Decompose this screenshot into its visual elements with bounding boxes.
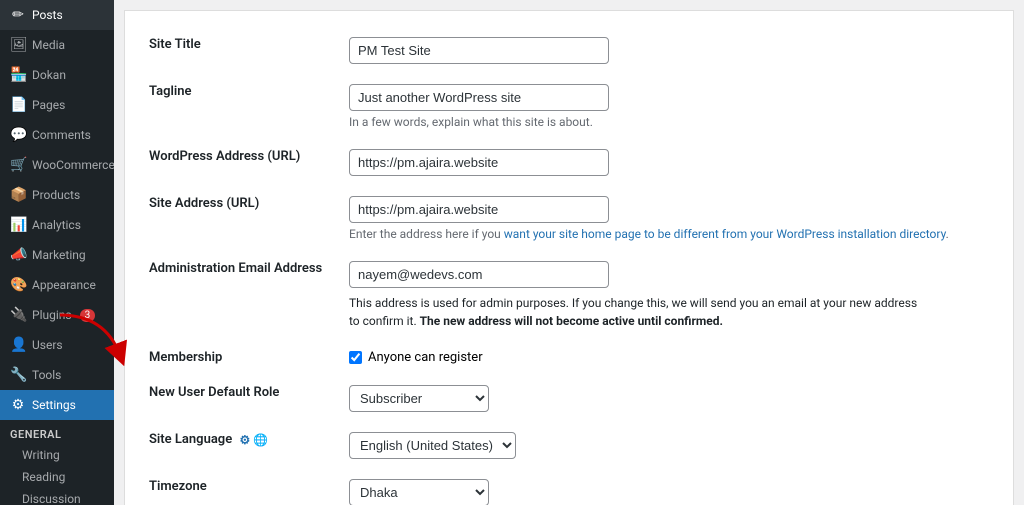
sidebar-sub-discussion[interactable]: Discussion <box>0 488 114 505</box>
globe-icon: 🌐 <box>253 433 268 447</box>
site-address-input[interactable] <box>349 196 609 223</box>
wp-address-label: WordPress Address (URL) <box>145 139 345 186</box>
sidebar-item-dokan[interactable]: 🏪 Dokan <box>0 60 114 90</box>
tagline-label: Tagline <box>145 74 345 139</box>
sidebar-item-analytics[interactable]: 📊 Analytics <box>0 210 114 240</box>
membership-row: Membership Anyone can register <box>145 340 993 375</box>
woocommerce-icon: 🛒 <box>10 157 26 173</box>
admin-email-description: This address is used for admin purposes.… <box>349 294 929 330</box>
sidebar-sub-writing[interactable]: Writing <box>0 444 114 466</box>
sidebar: ✏ Posts 🖼 Media 🏪 Dokan 📄 Pages 💬 Commen… <box>0 0 114 505</box>
site-language-label: Site Language ⚙ 🌐 <box>145 422 345 469</box>
media-icon: 🖼 <box>10 37 26 53</box>
products-icon: 📦 <box>10 187 26 203</box>
sidebar-item-products[interactable]: 📦 Products <box>0 180 114 210</box>
timezone-row: Timezone Dhaka Choose either a city in t… <box>145 469 993 505</box>
site-address-row: Site Address (URL) Enter the address her… <box>145 186 993 251</box>
plugins-badge: 3 <box>80 309 96 322</box>
users-icon: 👤 <box>10 337 26 353</box>
membership-label: Membership <box>145 340 345 375</box>
appearance-icon: 🎨 <box>10 277 26 293</box>
site-title-label: Site Title <box>145 27 345 74</box>
site-address-label: Site Address (URL) <box>145 186 345 251</box>
tagline-description: In a few words, explain what this site i… <box>349 115 989 129</box>
sidebar-item-appearance[interactable]: 🎨 Appearance <box>0 270 114 300</box>
site-title-row: Site Title <box>145 27 993 74</box>
marketing-icon: 📣 <box>10 247 26 263</box>
sidebar-item-posts[interactable]: ✏ Posts <box>0 0 114 30</box>
plugins-icon: 🔌 <box>10 307 26 323</box>
membership-checkbox[interactable] <box>349 351 362 364</box>
posts-icon: ✏ <box>10 7 26 23</box>
sidebar-item-comments[interactable]: 💬 Comments <box>0 120 114 150</box>
new-user-role-row: New User Default Role Subscriber Contrib… <box>145 375 993 422</box>
admin-email-input[interactable] <box>349 261 609 288</box>
pages-icon: 📄 <box>10 97 26 113</box>
sidebar-item-settings[interactable]: ⚙ Settings <box>0 390 114 420</box>
general-settings-table: Site Title Tagline In a few words, expla… <box>145 27 993 505</box>
membership-checkbox-label[interactable]: Anyone can register <box>349 350 989 365</box>
admin-email-row: Administration Email Address This addres… <box>145 251 993 340</box>
general-section-header: General <box>0 420 114 444</box>
timezone-select[interactable]: Dhaka <box>349 479 489 505</box>
settings-form: Site Title Tagline In a few words, expla… <box>124 10 1014 505</box>
main-content: Site Title Tagline In a few words, expla… <box>114 0 1024 505</box>
new-user-role-label: New User Default Role <box>145 375 345 422</box>
wp-address-row: WordPress Address (URL) <box>145 139 993 186</box>
site-address-description: Enter the address here if you want your … <box>349 227 989 241</box>
analytics-icon: 📊 <box>10 217 26 233</box>
timezone-label: Timezone <box>145 469 345 505</box>
comments-icon: 💬 <box>10 127 26 143</box>
sidebar-item-users[interactable]: 👤 Users <box>0 330 114 360</box>
tagline-input[interactable] <box>349 84 609 111</box>
sidebar-item-media[interactable]: 🖼 Media <box>0 30 114 60</box>
sidebar-item-pages[interactable]: 📄 Pages <box>0 90 114 120</box>
admin-email-label: Administration Email Address <box>145 251 345 340</box>
wp-address-input[interactable] <box>349 149 609 176</box>
site-language-select[interactable]: English (United States) <box>349 432 516 459</box>
sidebar-item-plugins[interactable]: 🔌 Plugins 3 <box>0 300 114 330</box>
site-title-input[interactable] <box>349 37 609 64</box>
new-user-role-select[interactable]: Subscriber Contributor Author Editor Adm… <box>349 385 489 412</box>
sidebar-item-marketing[interactable]: 📣 Marketing <box>0 240 114 270</box>
translate-icon: ⚙ <box>239 433 250 447</box>
dokan-icon: 🏪 <box>10 67 26 83</box>
sidebar-item-tools[interactable]: 🔧 Tools <box>0 360 114 390</box>
sidebar-sub-reading[interactable]: Reading <box>0 466 114 488</box>
settings-icon: ⚙ <box>10 397 26 413</box>
sidebar-item-woocommerce[interactable]: 🛒 WooCommerce <box>0 150 114 180</box>
tools-icon: 🔧 <box>10 367 26 383</box>
site-address-link[interactable]: want your site home page to be different… <box>504 227 946 241</box>
language-icons: ⚙ 🌐 <box>239 433 268 447</box>
tagline-row: Tagline In a few words, explain what thi… <box>145 74 993 139</box>
site-language-row: Site Language ⚙ 🌐 English (United States… <box>145 422 993 469</box>
